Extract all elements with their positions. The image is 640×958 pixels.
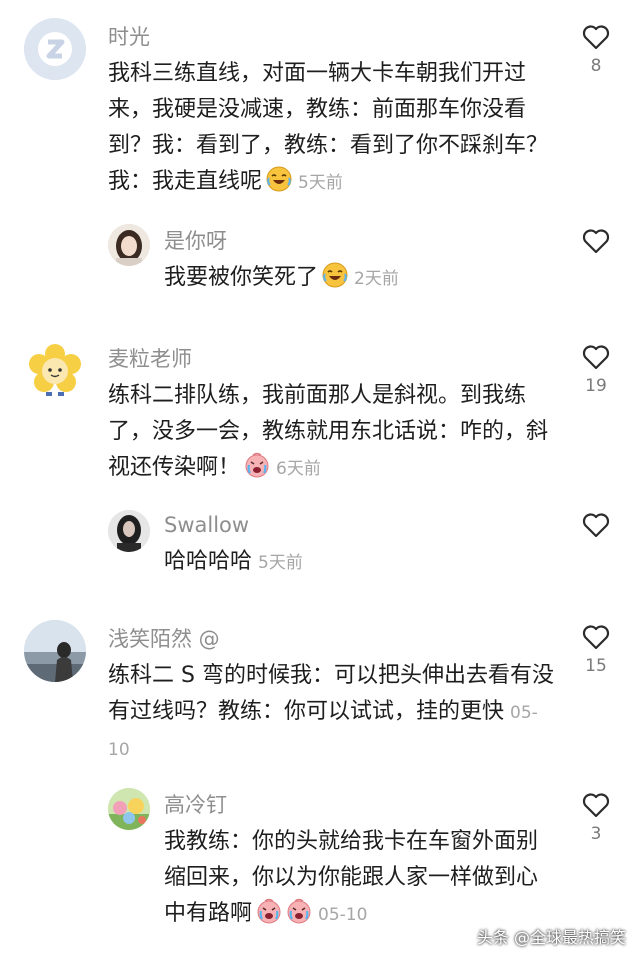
like-count: 15 bbox=[585, 656, 607, 676]
crying-emoji-icon bbox=[245, 452, 269, 478]
like-button[interactable]: 3 bbox=[580, 792, 612, 844]
like-button[interactable] bbox=[580, 512, 612, 564]
timestamp: 2天前 bbox=[354, 269, 399, 289]
comment-body: 练科二排队练，我前面那人是斜视。到我练了，没多一会，教练就用东北话说：咋的，斜视… bbox=[108, 383, 549, 480]
heart-icon bbox=[582, 625, 610, 650]
like-button[interactable]: 8 bbox=[580, 24, 612, 76]
heart-icon bbox=[582, 229, 610, 254]
avatar[interactable] bbox=[24, 340, 86, 402]
z-logo-icon bbox=[24, 18, 86, 80]
comment-body: 哈哈哈哈 bbox=[164, 549, 253, 574]
timestamp: 05-10 bbox=[318, 905, 368, 925]
like-button[interactable] bbox=[580, 228, 612, 280]
comment-text: 我要被你笑死了 2天前 bbox=[164, 260, 554, 297]
timestamp: 6天前 bbox=[276, 459, 321, 479]
girl-photo-icon bbox=[108, 224, 150, 266]
like-button[interactable]: 19 bbox=[580, 344, 612, 396]
avatar[interactable] bbox=[24, 18, 86, 80]
colorful-cartoon-icon bbox=[108, 788, 150, 830]
beach-photo-icon bbox=[24, 620, 86, 682]
like-count bbox=[580, 260, 612, 280]
like-button[interactable]: 15 bbox=[580, 624, 612, 676]
avatar[interactable] bbox=[24, 620, 86, 682]
username[interactable]: 浅笑陌然 @ bbox=[108, 626, 220, 652]
heart-icon bbox=[582, 793, 610, 818]
heart-icon bbox=[582, 25, 610, 50]
username[interactable]: 时光 bbox=[108, 24, 150, 50]
comment-text: 练科二排队练，我前面那人是斜视。到我练了，没多一会，教练就用东北话说：咋的，斜视… bbox=[108, 378, 554, 487]
watermark: 头条 @全球最热搞笑 bbox=[476, 928, 626, 947]
flower-cartoon-icon bbox=[29, 344, 81, 396]
like-count: 19 bbox=[585, 376, 607, 396]
crying-emoji-icon bbox=[287, 898, 311, 924]
comment-text: 练科二 S 弯的时候我：可以把头伸出去看有没有过线吗？教练：你可以试试，挂的更快… bbox=[108, 658, 554, 768]
comment-body: 我要被你笑死了 bbox=[164, 265, 319, 290]
crying-emoji-icon bbox=[257, 898, 281, 924]
like-count bbox=[580, 544, 612, 564]
avatar[interactable] bbox=[108, 224, 150, 266]
heart-icon bbox=[582, 513, 610, 538]
like-count: 8 bbox=[590, 56, 602, 76]
comment-text: 我科三练直线，对面一辆大卡车朝我们开过来，我硬是没减速，教练：前面那车你没看到？… bbox=[108, 56, 554, 201]
comment-text: 哈哈哈哈 5天前 bbox=[164, 544, 554, 581]
heart-icon bbox=[582, 345, 610, 370]
username[interactable]: Swallow bbox=[164, 512, 249, 538]
comment-body: 练科二 S 弯的时候我：可以把头伸出去看有没有过线吗？教练：你可以试试，挂的更快 bbox=[108, 663, 554, 724]
laugh-cry-emoji-icon bbox=[322, 262, 348, 288]
comment-text: 我教练：你的头就给我卡在车窗外面别缩回来，你以为你能跟人家一样做到心中有路啊 05… bbox=[164, 824, 544, 933]
timestamp: 5天前 bbox=[298, 173, 343, 193]
avatar[interactable] bbox=[108, 510, 150, 552]
dark-portrait-icon bbox=[108, 510, 150, 552]
avatar[interactable] bbox=[108, 788, 150, 830]
username[interactable]: 麦粒老师 bbox=[108, 346, 192, 372]
username[interactable]: 高冷钉 bbox=[164, 792, 227, 818]
username[interactable]: 是你呀 bbox=[164, 228, 227, 254]
timestamp: 5天前 bbox=[258, 553, 303, 573]
like-count: 3 bbox=[590, 824, 602, 844]
laugh-cry-emoji-icon bbox=[266, 166, 292, 192]
